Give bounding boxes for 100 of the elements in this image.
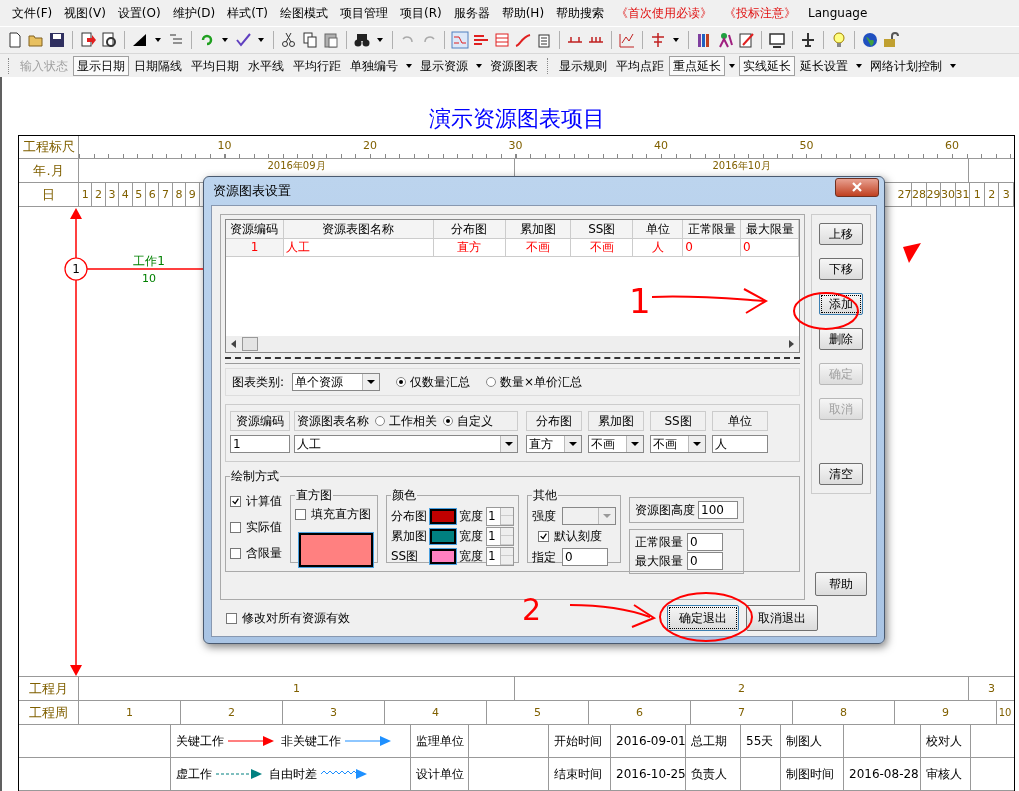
- menu-item[interactable]: 《首次使用必读》: [610, 4, 719, 22]
- toolbar-button[interactable]: 显示日期: [73, 56, 129, 76]
- toolbar-button[interactable]: 延长设置: [796, 56, 852, 76]
- menu-item[interactable]: Language: [802, 6, 874, 20]
- column-header[interactable]: 资源编码: [226, 220, 284, 239]
- toolbar-button[interactable]: 实线延长: [739, 56, 795, 76]
- unlock-icon[interactable]: [882, 31, 900, 49]
- chart-icon[interactable]: [618, 31, 636, 49]
- curve-icon[interactable]: [514, 31, 532, 49]
- toolbar-button[interactable]: 水平线: [244, 56, 288, 76]
- paste-icon[interactable]: [322, 31, 340, 49]
- dialog-button[interactable]: 添加: [819, 293, 863, 315]
- menu-item[interactable]: 样式(T): [221, 4, 274, 22]
- new-file-icon[interactable]: [6, 31, 24, 49]
- unit-field[interactable]: 人: [712, 435, 768, 453]
- menu-item[interactable]: 服务器: [447, 4, 496, 22]
- toolbar-button[interactable]: 单独编号: [346, 56, 402, 76]
- caret-icon[interactable]: [950, 64, 956, 68]
- close-icon[interactable]: [851, 182, 863, 192]
- network-icon[interactable]: [451, 31, 469, 49]
- toolbar-button[interactable]: 网络计划控制: [866, 56, 946, 76]
- color-swatch[interactable]: [430, 528, 456, 544]
- toolbar-button[interactable]: 日期隔线: [130, 56, 186, 76]
- dropdown[interactable]: 不画: [588, 435, 644, 453]
- color-swatch[interactable]: [299, 533, 373, 567]
- monitor-icon[interactable]: [768, 31, 786, 49]
- dialog-button[interactable]: 确定退出: [667, 605, 739, 631]
- table-icon[interactable]: [493, 31, 511, 49]
- radio-option[interactable]: 仅数量汇总: [396, 373, 471, 391]
- dialog-button[interactable]: 取消退出: [746, 605, 818, 631]
- limit-field[interactable]: 0: [687, 552, 723, 570]
- caret-icon[interactable]: [476, 64, 482, 68]
- checkmark-icon[interactable]: [539, 532, 548, 541]
- help-button[interactable]: 帮助: [815, 572, 867, 596]
- triangle-icon[interactable]: [131, 31, 149, 49]
- checkbox[interactable]: 实际值: [230, 519, 282, 536]
- binoculars-icon[interactable]: [353, 31, 371, 49]
- checkbox[interactable]: 含限量: [230, 545, 282, 562]
- column-header[interactable]: SS图: [571, 220, 634, 239]
- column-header[interactable]: 正常限量: [683, 220, 742, 239]
- splitter-bar[interactable]: [225, 357, 800, 364]
- menu-item[interactable]: 项目(R): [393, 4, 448, 22]
- dialog-button[interactable]: 上移: [819, 223, 863, 245]
- radio-option[interactable]: 数量×单价汇总: [486, 373, 583, 391]
- radio-option[interactable]: 工作相关: [375, 412, 437, 430]
- clear-button[interactable]: 清空: [819, 463, 863, 485]
- checkbox[interactable]: 填充直方图: [295, 506, 373, 523]
- save-icon[interactable]: [48, 31, 66, 49]
- menu-item[interactable]: 视图(V): [58, 4, 112, 22]
- caret-icon[interactable]: [222, 38, 228, 42]
- column-header[interactable]: 累加图: [505, 220, 572, 239]
- dialog-button[interactable]: 下移: [819, 258, 863, 280]
- checkmark-icon[interactable]: [231, 497, 240, 506]
- checkbox[interactable]: 计算值: [230, 493, 282, 510]
- caret-icon[interactable]: [673, 38, 679, 42]
- color-swatch[interactable]: [430, 548, 456, 564]
- toolbar-button[interactable]: 平均日期: [187, 56, 243, 76]
- limit-field[interactable]: 0: [687, 533, 723, 551]
- column-header[interactable]: 分布图: [433, 220, 506, 239]
- caret-icon[interactable]: [258, 38, 264, 42]
- caret-icon[interactable]: [155, 38, 161, 42]
- toolbar-button[interactable]: 资源图表: [486, 56, 542, 76]
- horizontal-scrollbar[interactable]: [226, 336, 799, 352]
- toolbar-button[interactable]: 显示规则: [555, 56, 611, 76]
- checkbox[interactable]: 默认刻度: [538, 528, 616, 545]
- color-swatch[interactable]: [430, 508, 456, 524]
- column-header[interactable]: 最大限量: [741, 220, 799, 239]
- export-icon[interactable]: [79, 31, 97, 49]
- caret-icon[interactable]: [729, 64, 735, 68]
- menu-item[interactable]: 文件(F): [6, 4, 59, 22]
- pen-icon[interactable]: [737, 31, 755, 49]
- menu-item[interactable]: 项目管理: [333, 4, 394, 22]
- width-spinner[interactable]: 1: [486, 526, 514, 546]
- checkbox[interactable]: 修改对所有资源有效: [226, 609, 350, 627]
- menu-item[interactable]: 维护(D): [166, 4, 222, 22]
- dropdown[interactable]: 直方: [526, 435, 582, 453]
- menu-item[interactable]: 帮助(H): [495, 4, 551, 22]
- align-icon[interactable]: [649, 31, 667, 49]
- menu-item[interactable]: 《投标注意》: [718, 4, 803, 22]
- dialog-button[interactable]: 删除: [819, 328, 863, 350]
- caret-icon[interactable]: [856, 64, 862, 68]
- caret-icon[interactable]: [377, 38, 383, 42]
- close-button[interactable]: [835, 177, 879, 197]
- menu-item[interactable]: 帮助搜索: [550, 4, 611, 22]
- print-preview-icon[interactable]: [100, 31, 118, 49]
- toolbar-button[interactable]: 显示资源: [416, 56, 472, 76]
- menu-item[interactable]: 设置(O): [111, 4, 167, 22]
- radio-option[interactable]: 自定义: [443, 412, 493, 430]
- copy-icon[interactable]: [301, 31, 319, 49]
- scissors-icon[interactable]: [280, 31, 298, 49]
- menu-item[interactable]: 绘图模式: [273, 4, 334, 22]
- globe-icon[interactable]: [861, 31, 879, 49]
- resource-name-dropdown[interactable]: 人工: [294, 435, 518, 453]
- check-icon[interactable]: [234, 31, 252, 49]
- node-circle[interactable]: [64, 257, 88, 281]
- intensity-dropdown[interactable]: [562, 507, 616, 525]
- width-spinner[interactable]: 1: [486, 546, 514, 566]
- toolbar-button[interactable]: 平均行距: [289, 56, 345, 76]
- column-header[interactable]: 资源表图名称: [283, 220, 434, 239]
- resource-code-field[interactable]: 1: [230, 435, 290, 453]
